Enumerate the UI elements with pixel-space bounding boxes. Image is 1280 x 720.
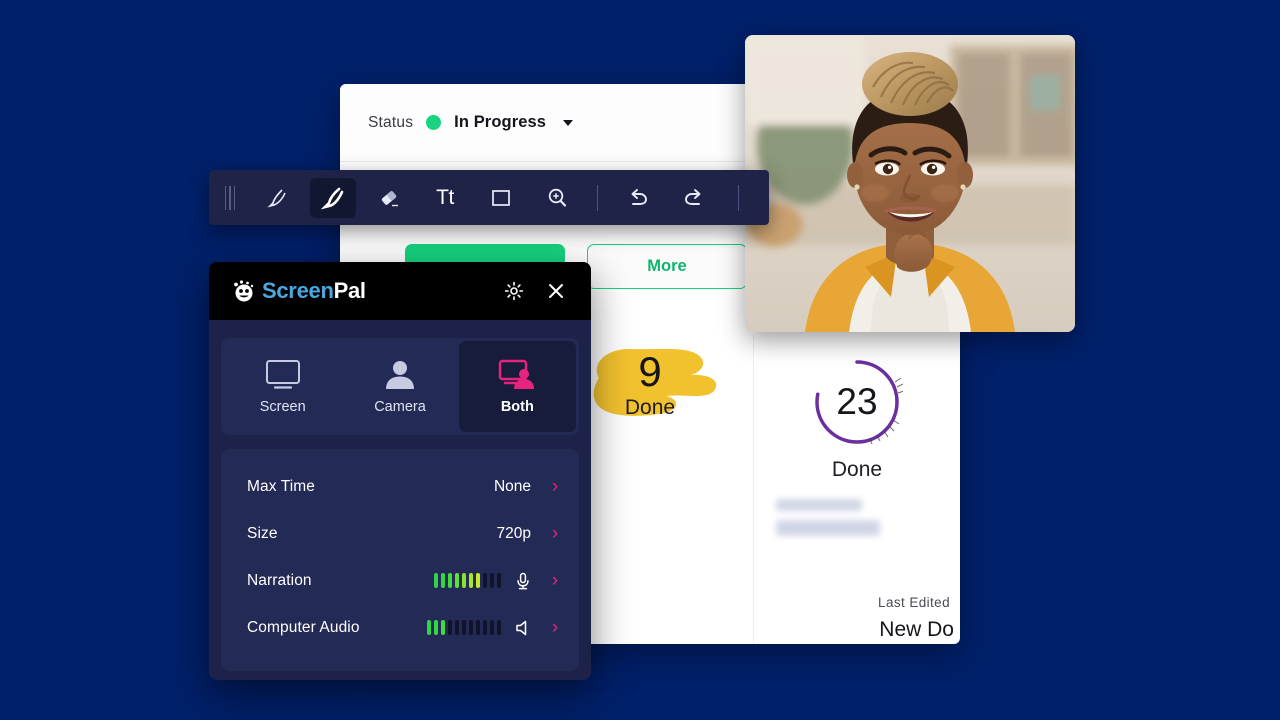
webcam-image bbox=[745, 35, 1075, 332]
chevron-right-icon[interactable]: › bbox=[547, 523, 563, 545]
setting-name: Max Time bbox=[247, 477, 315, 495]
recorder-settings-list: Max Time None › Size 720p › Narration › … bbox=[221, 449, 579, 671]
screenpal-mark-icon bbox=[234, 280, 254, 302]
undo-icon[interactable] bbox=[615, 178, 661, 218]
text-icon[interactable]: Tt bbox=[422, 178, 468, 218]
setting-row-size[interactable]: Size 720p › bbox=[221, 510, 579, 557]
chevron-down-icon[interactable] bbox=[563, 119, 574, 126]
setting-name: Size bbox=[247, 524, 278, 542]
mode-tile-camera[interactable]: Camera bbox=[341, 341, 458, 432]
webcam-preview[interactable] bbox=[745, 35, 1075, 332]
screenpal-logo: ScreenPal bbox=[231, 278, 499, 304]
microphone-icon[interactable] bbox=[513, 571, 533, 591]
drag-handle-icon[interactable] bbox=[219, 185, 241, 210]
redo-icon[interactable] bbox=[671, 178, 717, 218]
setting-row-max-time[interactable]: Max Time None › bbox=[221, 463, 579, 510]
stat-caption: Done bbox=[831, 458, 883, 481]
toolbar-divider bbox=[738, 184, 739, 211]
capture-mode-selector: Screen Camera Both bbox=[221, 338, 579, 435]
highlighter-icon[interactable] bbox=[310, 177, 356, 218]
recorder-header: ScreenPal bbox=[209, 262, 591, 320]
monitor-person-icon bbox=[499, 359, 535, 389]
stat-card-done-23[interactable]: 23 Done Last Edited New Do bbox=[754, 334, 960, 644]
mode-tile-both[interactable]: Both bbox=[458, 341, 576, 432]
text-tool-label: Tt bbox=[436, 185, 454, 209]
magnifier-plus-icon[interactable] bbox=[534, 178, 580, 218]
close-icon[interactable] bbox=[541, 276, 571, 306]
setting-value: 720p bbox=[496, 524, 531, 542]
chevron-right-icon[interactable]: › bbox=[547, 570, 563, 592]
person-icon bbox=[385, 361, 414, 389]
status-label: Status bbox=[368, 113, 414, 131]
logo-text-pal: Pal bbox=[333, 278, 366, 303]
mode-label: Screen bbox=[259, 399, 306, 415]
progress-ring: 23 bbox=[811, 356, 905, 448]
mode-tile-screen[interactable]: Screen bbox=[224, 341, 341, 432]
narration-level-meter bbox=[433, 573, 501, 588]
annotation-toolbar[interactable]: Tt bbox=[209, 170, 769, 225]
last-edited-value: New Do bbox=[879, 618, 954, 641]
mode-label: Camera bbox=[374, 399, 426, 415]
screenpal-recorder-panel: ScreenPal Screen Camera Both Max Time No… bbox=[209, 262, 591, 680]
last-edited-label: Last Edited bbox=[878, 595, 950, 610]
computer-audio-level-meter bbox=[426, 620, 501, 635]
setting-row-narration[interactable]: Narration › bbox=[221, 557, 579, 604]
rectangle-icon[interactable] bbox=[478, 178, 524, 218]
mode-label: Both bbox=[500, 399, 534, 415]
monitor-icon bbox=[265, 360, 300, 389]
status-dot bbox=[426, 115, 442, 130]
blurred-text-block bbox=[776, 499, 880, 545]
toolbar-divider bbox=[597, 184, 598, 211]
logo-text: ScreenPal bbox=[262, 278, 366, 304]
eraser-icon[interactable] bbox=[366, 178, 412, 218]
setting-name: Computer Audio bbox=[247, 618, 360, 636]
logo-text-screen: Screen bbox=[262, 278, 334, 303]
pen-icon[interactable] bbox=[254, 178, 300, 218]
setting-name: Narration bbox=[247, 571, 312, 589]
screenshot-root: Status In Progress More 3 In Progress Ad… bbox=[0, 0, 1280, 720]
setting-value: None bbox=[493, 477, 531, 495]
gear-icon[interactable] bbox=[499, 276, 529, 306]
speaker-icon[interactable] bbox=[513, 618, 533, 638]
chevron-right-icon[interactable]: › bbox=[547, 617, 563, 639]
status-value[interactable]: In Progress bbox=[454, 113, 546, 132]
more-button[interactable]: More bbox=[587, 244, 747, 289]
stat-number: 23 bbox=[836, 381, 878, 422]
chevron-right-icon[interactable]: › bbox=[547, 476, 563, 498]
setting-row-computer-audio[interactable]: Computer Audio › bbox=[221, 604, 579, 651]
